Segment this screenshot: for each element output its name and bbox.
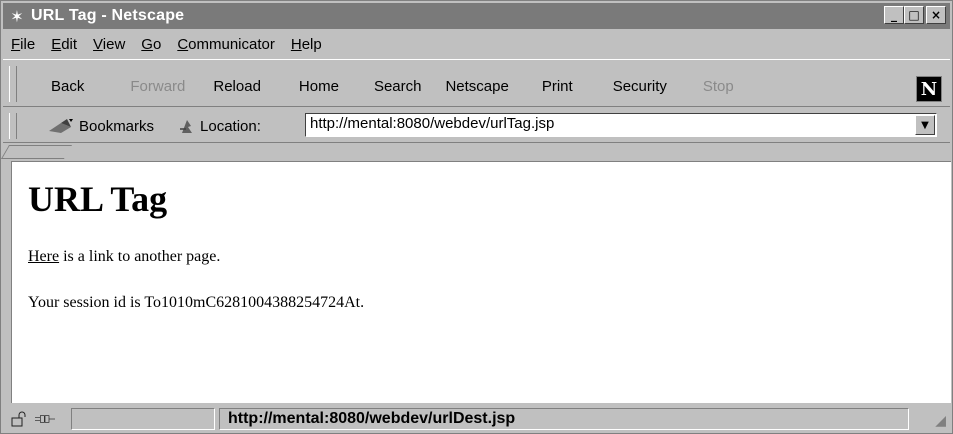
window-controls: _ □ × (884, 6, 946, 24)
toolbar-tab-strip (0, 143, 950, 159)
reload-button[interactable]: Reload (213, 78, 261, 95)
location-label: Location: (200, 117, 261, 135)
window-title: URL Tag - Netscape (31, 7, 185, 24)
netscape-spider-icon: ✶ (10, 6, 24, 26)
connection-plug-icon[interactable] (35, 409, 55, 429)
menu-edit[interactable]: Edit (43, 36, 85, 53)
chevron-down-icon[interactable]: ▼ (915, 115, 935, 135)
maximize-icon[interactable]: □ (904, 6, 924, 24)
search-button[interactable]: Search (374, 78, 422, 95)
toolbar-buttons: Back Forward Reload Home Search Netscape… (51, 78, 734, 95)
page-heading: URL Tag (28, 179, 168, 219)
url-input[interactable]: http://mental:8080/webdev/urlTag.jsp (305, 113, 937, 137)
bookmarks-button[interactable]: Bookmarks (79, 118, 154, 135)
menu-bar: File Edit View Go Communicator Help (3, 31, 950, 57)
security-button[interactable]: Security (613, 78, 667, 95)
menu-help[interactable]: Help (283, 36, 330, 53)
minimize-icon[interactable]: _ (884, 6, 904, 24)
title-bar[interactable]: ✶ URL Tag - Netscape _ □ × (3, 3, 950, 29)
print-button[interactable]: Print (542, 78, 573, 95)
security-lock-icon[interactable] (9, 409, 29, 429)
menu-go[interactable]: Go (133, 36, 169, 53)
netscape-logo-icon[interactable]: N (916, 76, 942, 102)
session-id-text: Your session id is To1010mC6281004388254… (28, 294, 365, 311)
link-paragraph-text: is a link to another page. (59, 248, 221, 265)
toolbar-grip-handle[interactable] (9, 66, 17, 102)
bookmarks-icon[interactable] (47, 117, 75, 135)
status-bar: http://mental:8080/webdev/urlDest.jsp ◢ (3, 405, 950, 433)
close-icon[interactable]: × (926, 6, 946, 24)
home-button[interactable]: Home (299, 78, 339, 95)
back-button[interactable]: Back (51, 78, 84, 95)
collapsed-toolbar-tab[interactable] (0, 145, 73, 159)
resize-grip-icon[interactable]: ◢ (926, 409, 946, 429)
menu-file[interactable]: File (3, 36, 43, 53)
location-toolbar: Bookmarks Location: http://mental:8080/w… (3, 109, 950, 143)
location-page-icon[interactable] (178, 117, 196, 135)
progress-indicator (71, 408, 215, 430)
netscape-button[interactable]: Netscape (445, 78, 508, 95)
location-grip-handle[interactable] (9, 113, 17, 139)
here-link[interactable]: Here (28, 248, 59, 265)
browser-window: ✶ URL Tag - Netscape _ □ × File Edit Vie… (0, 0, 953, 434)
page-content: URL Tag Here is a link to another page. … (11, 161, 951, 403)
forward-button[interactable]: Forward (130, 78, 185, 95)
menu-communicator[interactable]: Communicator (169, 36, 283, 53)
status-text: http://mental:8080/webdev/urlDest.jsp (219, 408, 909, 430)
menu-view[interactable]: View (85, 36, 133, 53)
bookmarks-area: Bookmarks Location: (47, 117, 261, 135)
navigation-toolbar: Back Forward Reload Home Search Netscape… (3, 59, 950, 107)
stop-button[interactable]: Stop (703, 78, 734, 95)
link-paragraph: Here is a link to another page. (28, 248, 220, 266)
